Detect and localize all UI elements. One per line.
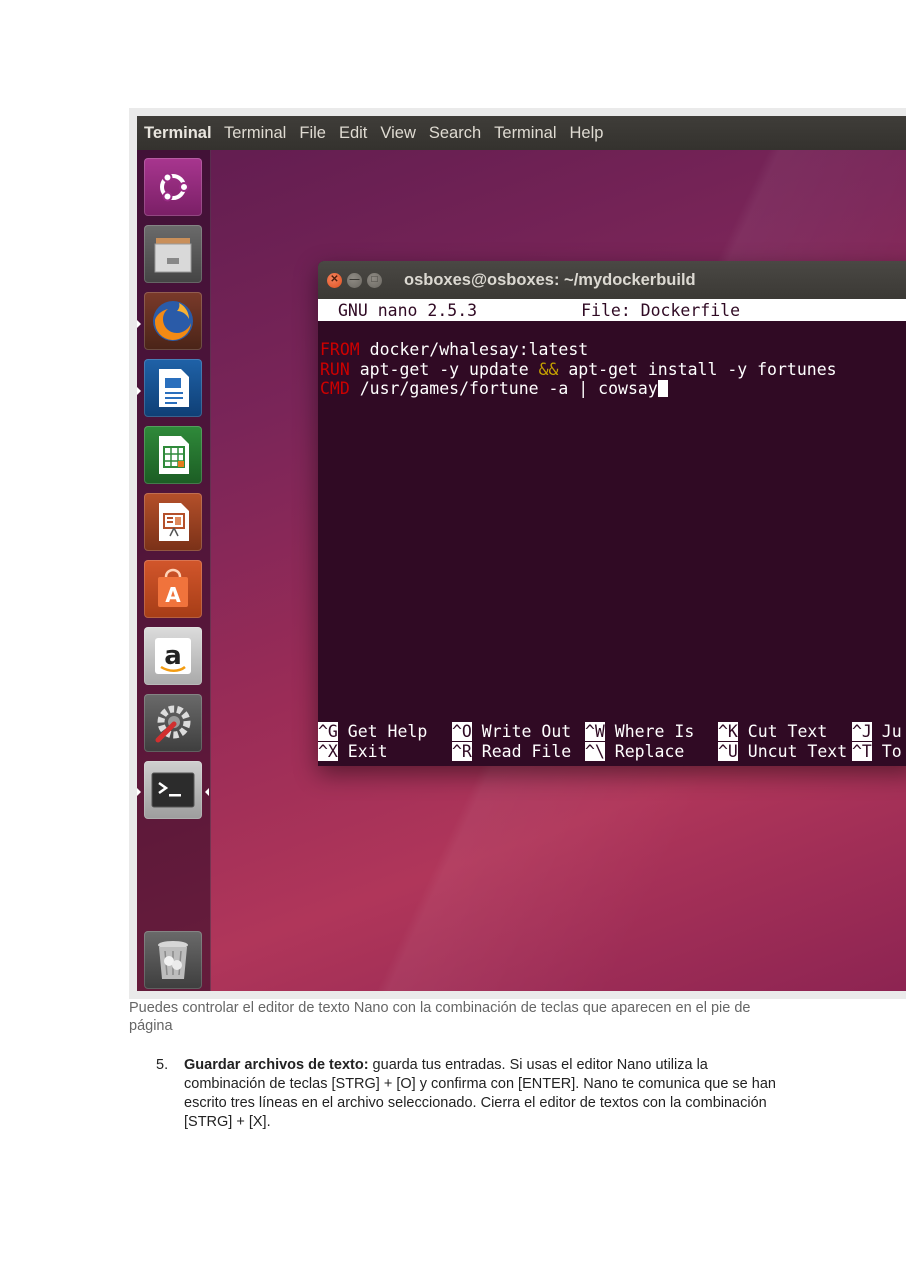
shortcut-row: ^G Get Help ^O Write Out ^W Where Is ^K …	[318, 722, 906, 742]
app-name: Terminal	[144, 123, 211, 142]
menu-edit[interactable]: Edit	[339, 124, 367, 143]
menu-file[interactable]: File	[299, 124, 326, 143]
close-icon[interactable]: ✕	[327, 272, 342, 288]
trash-icon[interactable]	[144, 931, 202, 989]
shortcut-label: Where Is	[604, 722, 695, 741]
svg-text:a: a	[164, 641, 182, 671]
shortcut-label: Exit	[337, 742, 388, 761]
menu-terminal-2[interactable]: Terminal	[494, 124, 556, 143]
code-text: /usr/games/fortune -a | cowsay	[349, 379, 658, 398]
shortcut-key: ^O	[452, 722, 472, 741]
shortcut-read-file: ^R Read File	[452, 742, 571, 762]
text-cursor	[657, 380, 668, 397]
shortcut-key: ^J	[852, 722, 872, 741]
step-item: 5. Guardar archivos de texto: guarda tus…	[156, 1056, 776, 1132]
menu-view[interactable]: View	[380, 124, 415, 143]
shortcut-key: ^R	[452, 742, 472, 761]
keyword: RUN	[320, 359, 350, 379]
libreoffice-impress-icon[interactable]	[144, 493, 202, 551]
launcher-running-pip	[137, 788, 141, 796]
shortcut-replace: ^\ Replace	[585, 742, 684, 762]
libreoffice-writer-icon[interactable]	[144, 359, 202, 417]
nano-shortcuts: ^G Get Help ^O Write Out ^W Where Is ^K …	[318, 722, 906, 762]
terminal-titlebar[interactable]: ✕ — □ osboxes@osboxes: ~/mydockerbuild	[318, 261, 906, 299]
system-settings-icon[interactable]	[144, 694, 202, 752]
shortcut-justify: ^J Ju	[852, 722, 902, 742]
screenshot: Terminal Terminal File Edit View Search …	[129, 108, 906, 999]
shortcut-to-spell: ^T To	[852, 742, 902, 762]
shortcut-key: ^X	[318, 742, 338, 761]
nano-version: GNU nano 2.5.3	[338, 300, 478, 320]
shortcut-key: ^K	[718, 722, 738, 741]
shortcut-label: Ju	[871, 722, 902, 741]
shortcut-uncut-text: ^U Uncut Text	[718, 742, 847, 762]
svg-text:A: A	[165, 583, 181, 607]
shortcut-label: Write Out	[471, 722, 572, 741]
shortcut-key: ^G	[318, 722, 338, 741]
nano-file-label: File: Dockerfile	[581, 300, 741, 320]
terminal-title: osboxes@osboxes: ~/mydockerbuild	[404, 270, 696, 289]
figure-caption: Puedes controlar el editor de texto Nano…	[129, 1000, 751, 1034]
menu-terminal[interactable]: Terminal	[224, 124, 286, 143]
shortcut-label: Uncut Text	[737, 742, 848, 761]
files-icon[interactable]	[144, 225, 202, 283]
nano-header: GNU nano 2.5.3 File: Dockerfile	[318, 299, 906, 321]
shortcut-label: Replace	[604, 742, 685, 761]
top-menubar: Terminal Terminal File Edit View Search …	[137, 116, 906, 150]
shortcut-key: ^W	[585, 722, 605, 741]
launcher-running-pip	[137, 387, 141, 395]
firefox-icon[interactable]	[144, 292, 202, 350]
shortcut-label: Read File	[471, 742, 572, 761]
ubuntu-dash-icon[interactable]	[144, 158, 202, 216]
shortcut-key: ^T	[852, 742, 872, 761]
terminal-body[interactable]: GNU nano 2.5.3 File: Dockerfile FROM doc…	[318, 299, 906, 761]
shortcut-label: Get Help	[337, 722, 428, 741]
code-text: docker/whalesay:latest	[359, 340, 589, 359]
terminal-window[interactable]: ✕ — □ osboxes@osboxes: ~/mydockerbuild G…	[318, 261, 906, 766]
operator: &&	[538, 359, 559, 379]
minimize-icon[interactable]: —	[347, 272, 362, 288]
ubuntu-software-icon[interactable]: A	[144, 560, 202, 618]
launcher-active-pip	[205, 788, 209, 796]
shortcut-write-out: ^O Write Out	[452, 722, 571, 742]
shortcut-label: To	[871, 742, 902, 761]
step-number: 5.	[156, 1057, 169, 1073]
menu-search[interactable]: Search	[429, 124, 481, 143]
code-text: apt-get -y update	[349, 359, 539, 379]
libreoffice-calc-icon[interactable]	[144, 426, 202, 484]
code-text: apt-get install -y fortunes	[558, 359, 837, 379]
keyword: FROM	[320, 340, 360, 359]
step-text: Guardar archivos de texto: guarda tus en…	[184, 1056, 776, 1132]
shortcut-cut-text: ^K Cut Text	[718, 722, 827, 742]
shortcut-where-is: ^W Where Is	[585, 722, 694, 742]
code-line: CMD /usr/games/fortune -a | cowsay	[318, 379, 906, 399]
shortcut-key: ^U	[718, 742, 738, 761]
step-heading: Guardar archivos de texto:	[184, 1057, 369, 1073]
desktop: Terminal Terminal File Edit View Search …	[137, 116, 906, 991]
shortcut-get-help: ^G Get Help	[318, 722, 427, 742]
amazon-icon[interactable]: a	[144, 627, 202, 685]
launcher: A a	[137, 150, 211, 991]
code-line: FROM docker/whalesay:latest	[318, 340, 906, 360]
code-line: RUN apt-get -y update && apt-get install…	[318, 360, 906, 380]
keyword: CMD	[320, 379, 350, 398]
editor-content[interactable]: FROM docker/whalesay:latest RUN apt-get …	[318, 340, 906, 399]
maximize-icon[interactable]: □	[367, 272, 382, 288]
shortcut-row: ^X Exit ^R Read File ^\ Replace ^U Uncut…	[318, 742, 906, 762]
launcher-running-pip	[137, 320, 141, 328]
shortcut-key: ^\	[585, 742, 605, 761]
menu-help[interactable]: Help	[570, 124, 604, 143]
shortcut-label: Cut Text	[737, 722, 828, 741]
terminal-icon[interactable]	[144, 761, 202, 819]
shortcut-exit: ^X Exit	[318, 742, 388, 762]
